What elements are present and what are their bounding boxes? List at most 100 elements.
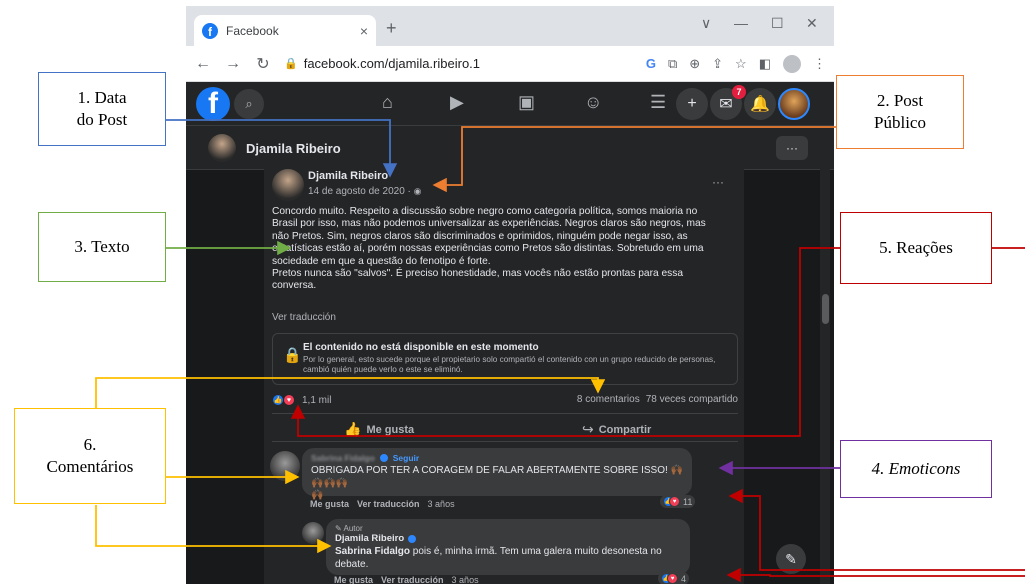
like-button[interactable]: 👍 Me gusta (344, 421, 414, 438)
install-icon[interactable]: ⧉ (668, 56, 677, 72)
comment-bubble: Sabrina Fidalgo Seguir OBRIGADA POR TER … (302, 448, 692, 501)
tab-search-icon[interactable]: ∨ (701, 15, 711, 32)
follow-link[interactable]: Seguir (393, 453, 419, 463)
new-message-icon[interactable]: ✎ (776, 544, 806, 574)
annotation-comentarios-line2: Comentários (46, 457, 134, 476)
maximize-button[interactable]: ☐ (771, 15, 784, 32)
reply-mention[interactable]: Sabrina Fidalgo (335, 546, 410, 557)
scrollbar[interactable] (820, 126, 830, 584)
annotation-reacoes: 5. Reações (840, 212, 992, 284)
profile-avatar-icon[interactable] (783, 54, 801, 73)
facebook-top-nav: f ⌕ ⌂ ▶ ▣ ☺ ☰ + ✉ 7 🔔 (186, 82, 834, 126)
tab-title: Facebook (226, 23, 279, 38)
post-author-avatar[interactable] (272, 169, 304, 201)
commenter-avatar[interactable] (270, 451, 300, 481)
reply-text-line1: pois é, minha irmã. Tem uma galera muito… (410, 546, 662, 557)
profile-name[interactable]: Djamila Ribeiro (246, 141, 341, 156)
minimize-button[interactable]: — (734, 15, 748, 31)
comment-reactions[interactable]: 👍 ♥ 11 (660, 495, 696, 508)
date-separator: · (404, 186, 414, 197)
tab-facebook[interactable]: f Facebook × (194, 15, 376, 46)
post-date: 14 de agosto de 2020 · ◉ (308, 186, 422, 197)
reply-time[interactable]: 3 años (452, 575, 479, 584)
new-tab-button[interactable]: + (386, 18, 397, 39)
menu-kebab-icon[interactable]: ⋮ (813, 56, 826, 72)
verified-badge-icon (379, 454, 388, 462)
google-icon[interactable]: G (646, 56, 656, 71)
notifications-bell-icon[interactable]: 🔔 (744, 88, 776, 120)
share-icon[interactable]: ⇪ (712, 56, 723, 72)
annotation-data-post-line2: do Post (76, 110, 128, 129)
post-text-line: estatísticas estão aí, porém nossas expe… (272, 243, 704, 255)
watch-icon[interactable]: ▶ (450, 92, 464, 113)
post-text-line: sociedade em que a questão do fenotipo é… (272, 255, 491, 267)
back-icon[interactable]: ← (194, 55, 212, 73)
zoom-icon[interactable]: ⊕ (689, 56, 700, 72)
profile-avatar[interactable] (208, 134, 236, 162)
facebook-logo[interactable]: f (196, 87, 230, 121)
post-date-text[interactable]: 14 de agosto de 2020 (308, 186, 405, 197)
post-text-line: Pretos nunca são "salvos". É preciso hon… (272, 268, 684, 280)
account-avatar[interactable] (778, 88, 810, 120)
lock-icon: 🔒 (283, 347, 302, 364)
bookmark-star-icon[interactable]: ☆ (735, 56, 747, 72)
reply-like-link[interactable]: Me gusta (334, 575, 373, 584)
search-icon[interactable]: ⌕ (234, 89, 264, 119)
profile-more-button[interactable]: ··· (776, 136, 808, 160)
reactions-count[interactable]: 1,1 mil (302, 395, 331, 406)
comment-text-body: OBRIGADA POR TER A CORAGEM DE FALAR ABER… (311, 465, 668, 476)
comment-like-link[interactable]: Me gusta (310, 499, 349, 509)
create-button[interactable]: + (676, 88, 708, 120)
annotation-post-publico-line2: Público (874, 113, 926, 132)
love-reaction-icon: ♥ (669, 496, 680, 507)
marketplace-icon[interactable]: ▣ (518, 92, 535, 113)
annotation-comentarios-line1: 6. (83, 435, 97, 454)
share-label: Compartir (598, 423, 652, 436)
comment-time[interactable]: 3 años (428, 499, 455, 509)
shares-count[interactable]: 78 veces compartido (646, 394, 738, 405)
browser-window: f Facebook × + ∨ — ☐ ✕ ← → ↻ 🔒 facebook.… (186, 6, 834, 584)
post-text: Concordo muito. Respeito a discussão sob… (272, 206, 736, 293)
post-text-line: conversa. (272, 280, 317, 292)
reply-reactions[interactable]: 👍 ♥ 4 (658, 572, 690, 584)
close-window-button[interactable]: ✕ (806, 15, 818, 32)
reply-author-name[interactable]: Djamila Ribeiro (335, 533, 404, 544)
reply-author-avatar[interactable] (302, 522, 324, 544)
verified-badge-icon (408, 534, 417, 543)
url-text[interactable]: facebook.com/djamila.ribeiro.1 (304, 56, 480, 71)
post-reactions[interactable]: 👍 ♥ 1,1 mil (272, 394, 331, 406)
share-arrow-icon: ↪ (582, 421, 594, 437)
home-icon[interactable]: ⌂ (382, 92, 393, 113)
comment-text: OBRIGADA POR TER A CORAGEM DE FALAR ABER… (311, 465, 683, 503)
menu-icon[interactable]: ☰ (650, 92, 666, 113)
love-reaction-icon: ♥ (667, 573, 678, 584)
post-options-icon[interactable]: ··· (712, 175, 724, 189)
comment-translate-link[interactable]: Ver traducción (357, 499, 420, 509)
see-translation-link[interactable]: Ver traducción (272, 312, 336, 323)
comment-header: Sabrina Fidalgo Seguir (311, 453, 683, 463)
reply-translate-link[interactable]: Ver traducción (381, 575, 444, 584)
secure-lock-icon[interactable]: 🔒 (284, 57, 298, 70)
annotation-emoticons: 4. Emoticons (840, 440, 992, 498)
scrollbar-thumb[interactable] (822, 294, 829, 324)
commenter-name[interactable]: Sabrina Fidalgo (311, 453, 375, 463)
forward-icon[interactable]: → (224, 55, 242, 73)
post-text-line: não Pretos. Sim, negros claros são discr… (272, 230, 688, 242)
share-button[interactable]: ↪ Compartir (582, 421, 651, 438)
reply-text: Sabrina Fidalgo pois é, minha irmã. Tem … (335, 546, 681, 571)
annotation-post-publico-line1: 2. Post (876, 91, 924, 110)
facebook-favicon-icon: f (202, 22, 218, 39)
address-bar[interactable]: 🔒 facebook.com/djamila.ribeiro.1 (284, 51, 634, 77)
side-panel-icon[interactable]: ◧ (759, 56, 771, 72)
unavailable-description: Por lo general, esto sucede porque el pr… (303, 355, 716, 374)
post-author-name[interactable]: Djamila Ribeiro (308, 170, 388, 182)
comment-actions: Me gusta Ver traducción 3 años (310, 499, 455, 509)
reload-icon[interactable]: ↻ (254, 54, 272, 74)
comments-count[interactable]: 8 comentarios (577, 394, 640, 405)
love-reaction-icon: ♥ (283, 394, 295, 406)
annotation-data-post-line1: 1. Data (77, 88, 127, 107)
browser-toolbar: ← → ↻ 🔒 facebook.com/djamila.ribeiro.1 G… (186, 46, 834, 82)
groups-icon[interactable]: ☺ (584, 92, 602, 113)
messenger-icon[interactable]: ✉ 7 (710, 85, 746, 120)
tab-close-icon[interactable]: × (360, 23, 368, 39)
